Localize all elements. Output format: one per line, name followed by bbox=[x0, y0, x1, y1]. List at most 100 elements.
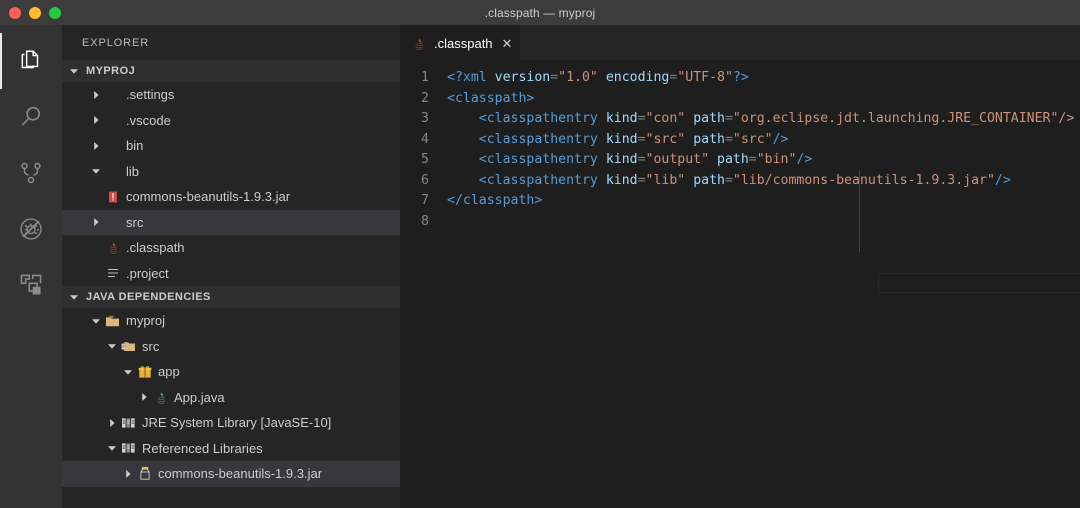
code-token: ?> bbox=[733, 70, 749, 85]
code-token bbox=[709, 152, 717, 167]
tree-item-referenced-libraries[interactable]: Referenced Libraries bbox=[62, 436, 400, 462]
code-token: <classpathentry bbox=[479, 111, 606, 126]
tree-item-vscode[interactable]: .vscode bbox=[62, 108, 400, 134]
activity-item-search[interactable] bbox=[0, 89, 62, 145]
library-icon bbox=[120, 415, 137, 431]
line-number: 1 bbox=[400, 68, 447, 89]
debug-disabled-icon bbox=[18, 216, 44, 242]
section-header-myproj[interactable]: MYPROJ bbox=[62, 60, 400, 82]
title-bar: .classpath — myproj bbox=[0, 0, 1080, 25]
close-icon[interactable]: ✕ bbox=[502, 37, 513, 50]
tree-item-project[interactable]: .project bbox=[62, 261, 400, 287]
code-token: "org.eclipse.jdt.launching.JRE_CONTAINER… bbox=[733, 111, 1074, 126]
code-content: 1<?xml version="1.0" encoding="UTF-8"?>2… bbox=[400, 60, 1080, 232]
code-token: kind bbox=[606, 132, 638, 147]
tree-item-lib[interactable]: lib bbox=[62, 159, 400, 185]
sidebar: EXPLORER MYPROJ .settings .vscode bbox=[62, 25, 400, 508]
code-token: "con" bbox=[646, 111, 686, 126]
activity-item-source-control[interactable] bbox=[0, 145, 62, 201]
chevron-right-icon bbox=[136, 389, 152, 405]
activity-item-run-and-debug[interactable] bbox=[0, 201, 62, 257]
code-line-text: <classpathentry kind="src" path="src"/> bbox=[447, 130, 1080, 151]
code-token bbox=[685, 132, 693, 147]
tree-item-java-src[interactable]: src bbox=[62, 334, 400, 360]
code-token bbox=[447, 111, 479, 126]
section-label: MYPROJ bbox=[86, 65, 135, 77]
tree-item-label: .project bbox=[126, 266, 169, 281]
code-token: kind bbox=[606, 111, 638, 126]
chevron-down-icon bbox=[66, 63, 82, 79]
sidebar-title: EXPLORER bbox=[62, 25, 400, 60]
tree-item-classpath[interactable]: .classpath bbox=[62, 235, 400, 261]
editor-tab-label: .classpath bbox=[434, 36, 493, 51]
code-token: path bbox=[693, 111, 725, 126]
chevron-down-icon bbox=[104, 338, 120, 354]
activity-bar bbox=[0, 25, 62, 508]
tree-item-label: app bbox=[158, 364, 180, 379]
code-token: "src" bbox=[646, 132, 686, 147]
folder-spacer bbox=[104, 214, 121, 230]
section-header-java-dependencies[interactable]: JAVA DEPENDENCIES bbox=[62, 286, 400, 308]
code-token bbox=[598, 70, 606, 85]
tree-item-settings[interactable]: .settings bbox=[62, 82, 400, 108]
code-token: kind bbox=[606, 152, 638, 167]
editor-tab-classpath[interactable]: .classpath ✕ bbox=[400, 25, 520, 60]
line-number: 5 bbox=[400, 150, 447, 171]
activity-item-extensions[interactable] bbox=[0, 257, 62, 313]
chevron-right-icon bbox=[104, 415, 120, 431]
tree-item-src[interactable]: src bbox=[62, 210, 400, 236]
tree-item-label: Referenced Libraries bbox=[142, 441, 263, 456]
code-line-text: <classpathentry kind="lib" path="lib/com… bbox=[447, 171, 1080, 192]
code-token: <classpathentry bbox=[479, 173, 606, 188]
close-window-button[interactable] bbox=[9, 7, 21, 19]
tree-item-label: myproj bbox=[126, 313, 165, 328]
activity-item-explorer[interactable] bbox=[0, 33, 62, 89]
tree-item-bin[interactable]: bin bbox=[62, 133, 400, 159]
folder-spacer bbox=[104, 87, 121, 103]
tree-item-label: App.java bbox=[174, 390, 225, 405]
line-number: 8 bbox=[400, 212, 447, 233]
chevron-right-icon bbox=[88, 138, 104, 154]
code-line: 6 <classpathentry kind="lib" path="lib/c… bbox=[400, 171, 1080, 192]
code-token: "lib" bbox=[646, 173, 686, 188]
code-token: /> bbox=[773, 132, 789, 147]
code-token: = bbox=[725, 132, 733, 147]
window-controls[interactable] bbox=[9, 0, 61, 25]
minimize-window-button[interactable] bbox=[29, 7, 41, 19]
code-token: = bbox=[638, 152, 646, 167]
maximize-window-button[interactable] bbox=[49, 7, 61, 19]
tree-item-jar-file[interactable]: commons-beanutils-1.9.3.jar bbox=[62, 184, 400, 210]
code-token: "UTF-8" bbox=[677, 70, 733, 85]
code-token: </classpath> bbox=[447, 193, 542, 208]
tree-item-java-myproj[interactable]: myproj bbox=[62, 308, 400, 334]
section-label: JAVA DEPENDENCIES bbox=[86, 291, 211, 303]
window-title: .classpath — myproj bbox=[0, 6, 1080, 20]
code-token: path bbox=[717, 152, 749, 167]
current-line-highlight bbox=[878, 273, 1080, 293]
code-token: "bin" bbox=[757, 152, 797, 167]
java-file-icon bbox=[104, 240, 121, 256]
tree-item-java-package-app[interactable]: app bbox=[62, 359, 400, 385]
java-class-icon bbox=[152, 389, 169, 405]
line-number: 3 bbox=[400, 109, 447, 130]
chevron-right-icon bbox=[88, 87, 104, 103]
code-token: = bbox=[638, 132, 646, 147]
java-project-icon bbox=[104, 313, 121, 329]
tree-item-label: commons-beanutils-1.9.3.jar bbox=[126, 189, 290, 204]
tree-item-label: src bbox=[126, 215, 143, 230]
code-line-text: <?xml version="1.0" encoding="UTF-8"?> bbox=[447, 68, 1080, 89]
search-icon bbox=[18, 104, 44, 130]
tree-item-label: JRE System Library [JavaSE-10] bbox=[142, 415, 331, 430]
tree-item-java-class-appjava[interactable]: App.java bbox=[62, 385, 400, 411]
tree-item-jar-dependency[interactable]: commons-beanutils-1.9.3.jar bbox=[62, 461, 400, 487]
code-editor[interactable]: 1<?xml version="1.0" encoding="UTF-8"?>2… bbox=[400, 60, 1080, 508]
tree-item-jre-system-library[interactable]: JRE System Library [JavaSE-10] bbox=[62, 410, 400, 436]
code-token: version bbox=[495, 70, 551, 85]
code-token bbox=[685, 173, 693, 188]
tree-item-label: src bbox=[142, 339, 159, 354]
code-token: <classpathentry bbox=[479, 132, 606, 147]
source-control-icon bbox=[18, 160, 44, 186]
jar-archive-icon bbox=[136, 466, 153, 482]
code-line-text bbox=[447, 212, 1080, 233]
code-token: = bbox=[725, 111, 733, 126]
